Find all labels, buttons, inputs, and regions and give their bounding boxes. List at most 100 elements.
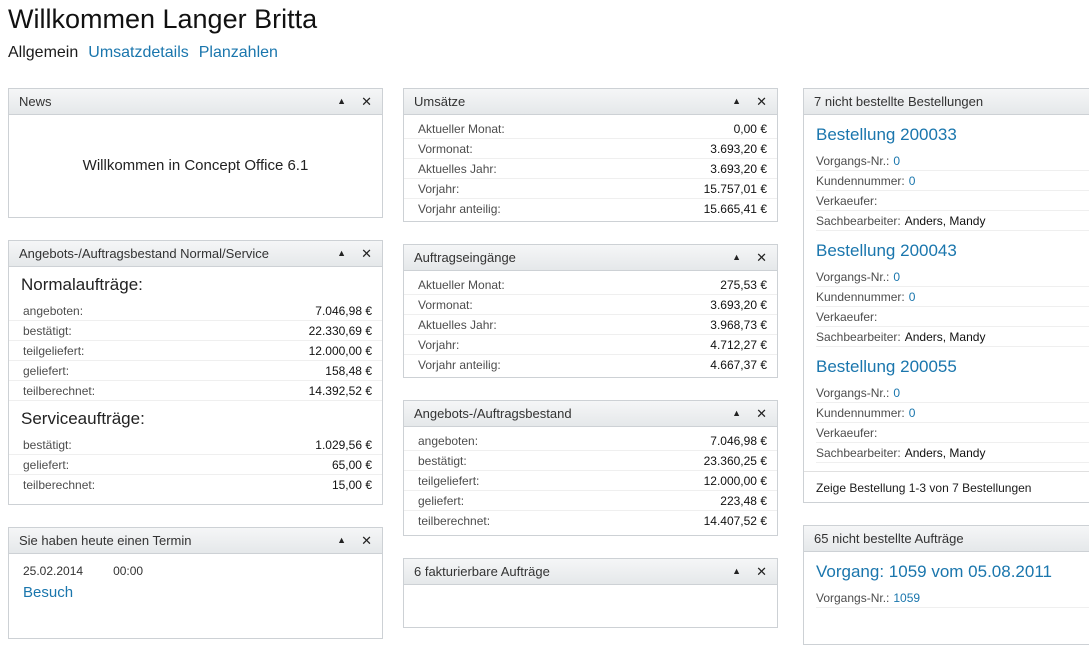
stat-row: Vorjahr anteilig: 4.667,37 € [404, 355, 777, 375]
panel-body: Bestellung 200033 Vorgangs-Nr.: 0 Kunden… [804, 115, 1089, 503]
close-icon[interactable]: ✕ [756, 251, 767, 264]
stat-row: geliefert: 65,00 € [9, 455, 382, 475]
collapse-icon[interactable]: ▲ [337, 97, 346, 106]
appointment-time: 00:00 [113, 564, 143, 578]
stat-row: bestätigt: 23.360,25 € [404, 451, 777, 471]
stat-label: teilgeliefert: [23, 344, 309, 358]
stat-row: Vormonat: 3.693,20 € [404, 139, 777, 159]
field-value-link[interactable]: 0 [909, 290, 916, 304]
panel-controls: ▲ ✕ [337, 247, 372, 260]
panel-auftraege: 65 nicht bestellte Aufträge ▲ ✕ Vorgang:… [803, 525, 1089, 645]
order-field-row: Verkaeufer: [816, 307, 1089, 327]
field-value: Anders, Mandy [905, 330, 986, 344]
field-value-link[interactable]: 0 [893, 386, 900, 400]
field-value-link[interactable]: 0 [909, 406, 916, 420]
field-label: Kundennummer: [816, 290, 905, 304]
stat-label: Vorjahr anteilig: [418, 202, 704, 216]
panel-body: 25.02.2014 00:00 Besuch [9, 554, 382, 603]
field-value-link[interactable]: 0 [909, 174, 916, 188]
collapse-icon[interactable]: ▲ [732, 567, 741, 576]
field-value-link[interactable]: 1059 [893, 591, 920, 605]
stat-value: 3.693,20 € [710, 162, 767, 176]
collapse-icon[interactable]: ▲ [337, 536, 346, 545]
order-field-row: Sachbearbeiter: Anders, Mandy [816, 327, 1089, 347]
collapse-icon[interactable]: ▲ [732, 97, 741, 106]
stat-label: bestätigt: [23, 324, 309, 338]
collapse-icon[interactable]: ▲ [732, 409, 741, 418]
collapse-icon[interactable]: ▲ [732, 253, 741, 262]
close-icon[interactable]: ✕ [361, 95, 372, 108]
stat-row: Aktuelles Jahr: 3.968,73 € [404, 315, 777, 335]
panel-header: Umsätze ▲ ✕ [404, 89, 777, 115]
field-value-link[interactable]: 0 [893, 154, 900, 168]
panel-header: Sie haben heute einen Termin ▲ ✕ [9, 528, 382, 554]
order-field-row: Kundennummer: 0 [816, 403, 1089, 423]
stat-row: Aktueller Monat: 0,00 € [404, 119, 777, 139]
stat-label: geliefert: [23, 458, 332, 472]
stat-row: Vorjahr anteilig: 15.665,41 € [404, 199, 777, 219]
stat-label: Aktuelles Jahr: [418, 162, 710, 176]
stat-value: 15.757,01 € [704, 182, 767, 196]
stat-row: Vorjahr: 4.712,27 € [404, 335, 777, 355]
close-icon[interactable]: ✕ [756, 407, 767, 420]
tab-allgemein[interactable]: Allgemein [8, 44, 78, 62]
field-label: Verkaeufer: [816, 310, 877, 324]
order-field-row: Verkaeufer: [816, 191, 1089, 211]
order-item: Bestellung 200043 Vorgangs-Nr.: 0 Kunden… [804, 231, 1089, 347]
field-label: Vorgangs-Nr.: [816, 591, 889, 605]
stat-label: geliefert: [23, 364, 325, 378]
stat-value: 65,00 € [332, 458, 372, 472]
stat-row: angeboten: 7.046,98 € [9, 301, 382, 321]
panel-body: Normalaufträge: angeboten: 7.046,98 € be… [9, 267, 382, 495]
tab-bar: Allgemein Umsatzdetails Planzahlen [8, 44, 278, 62]
field-label: Vorgangs-Nr.: [816, 154, 889, 168]
order-field-row: Vorgangs-Nr.: 0 [816, 267, 1089, 287]
stat-value: 14.392,52 € [309, 384, 372, 398]
field-label: Verkaeufer: [816, 426, 877, 440]
panel-title: Sie haben heute einen Termin [19, 533, 337, 548]
section-heading: Normalaufträge: [9, 267, 382, 301]
order-field-row: Kundennummer: 0 [816, 287, 1089, 307]
stat-value: 15.665,41 € [704, 202, 767, 216]
panel-header: Angebots-/Auftragsbestand Normal/Service… [9, 241, 382, 267]
order-field-row: Vorgangs-Nr.: 0 [816, 151, 1089, 171]
stat-value: 22.330,69 € [309, 324, 372, 338]
stat-label: bestätigt: [23, 438, 315, 452]
order-link[interactable]: Bestellung 200043 [816, 241, 1089, 261]
page-title: Willkommen Langer Britta [8, 0, 317, 38]
panel-title: Angebots-/Auftragsbestand [414, 406, 732, 421]
field-label: Sachbearbeiter: [816, 446, 901, 460]
field-label: Kundennummer: [816, 406, 905, 420]
panel-controls: ▲ ✕ [732, 95, 767, 108]
column-left: News ▲ ✕ Willkommen in Concept Office 6.… [8, 88, 383, 661]
order-link[interactable]: Bestellung 200055 [816, 357, 1089, 377]
panel-fakturierbar: 6 fakturierbare Aufträge ▲ ✕ [403, 558, 778, 628]
vorgang-link[interactable]: Vorgang: 1059 vom 05.08.2011 [804, 552, 1089, 588]
stat-label: teilgeliefert: [418, 474, 704, 488]
panel-body: angeboten: 7.046,98 € bestätigt: 23.360,… [404, 427, 777, 531]
panel-title: News [19, 94, 337, 109]
close-icon[interactable]: ✕ [756, 565, 767, 578]
field-label: Kundennummer: [816, 174, 905, 188]
tab-umsatzdetails[interactable]: Umsatzdetails [88, 44, 188, 62]
collapse-icon[interactable]: ▲ [337, 249, 346, 258]
order-link[interactable]: Bestellung 200033 [816, 125, 1089, 145]
close-icon[interactable]: ✕ [361, 534, 372, 547]
panel-header: News ▲ ✕ [9, 89, 382, 115]
appointment-date: 25.02.2014 [23, 564, 83, 578]
section-heading: Serviceaufträge: [9, 401, 382, 435]
field-value-link[interactable]: 0 [893, 270, 900, 284]
order-field-row: Verkaeufer: [816, 423, 1089, 443]
stat-value: 12.000,00 € [309, 344, 372, 358]
close-icon[interactable]: ✕ [361, 247, 372, 260]
column-middle: Umsätze ▲ ✕ Aktueller Monat: 0,00 € Vorm… [403, 88, 778, 650]
panel-body: Aktueller Monat: 275,53 € Vormonat: 3.69… [404, 271, 777, 375]
stat-value: 15,00 € [332, 478, 372, 492]
stat-row: teilgeliefert: 12.000,00 € [9, 341, 382, 361]
panel-body [404, 585, 777, 589]
order-field-row: Sachbearbeiter: Anders, Mandy [816, 443, 1089, 463]
stat-label: Vorjahr: [418, 182, 704, 196]
panel-bestellungen: 7 nicht bestellte Bestellungen ▲ ✕ Beste… [803, 88, 1089, 503]
tab-planzahlen[interactable]: Planzahlen [199, 44, 278, 62]
close-icon[interactable]: ✕ [756, 95, 767, 108]
